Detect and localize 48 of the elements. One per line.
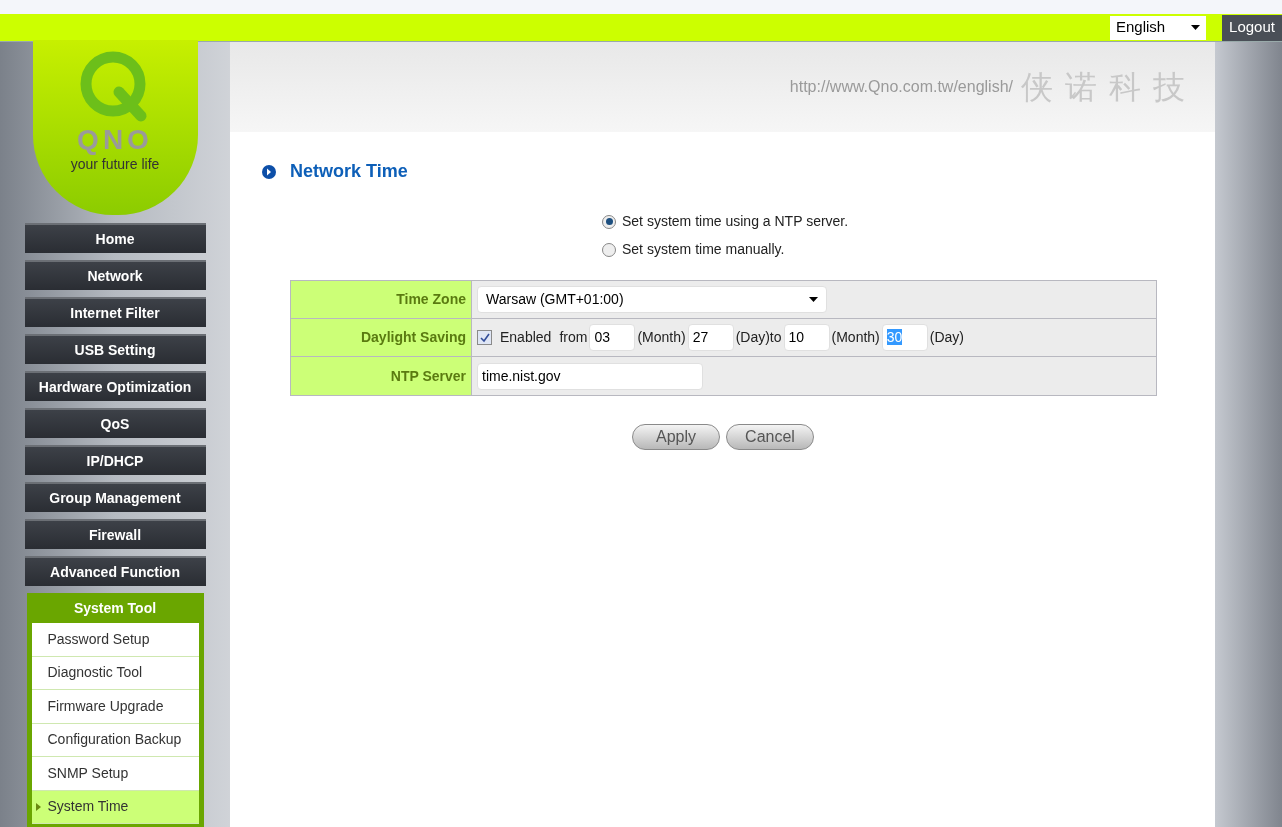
caret-icon <box>1191 25 1200 30</box>
form-label: Daylight Saving <box>291 319 472 356</box>
tagline: your future life <box>70 155 160 174</box>
language-dropdown[interactable]: English <box>1110 15 1206 40</box>
submenu-item[interactable]: Configuration Backup <box>31 723 199 757</box>
nav-button[interactable]: Internet Filter <box>24 297 206 327</box>
date-field[interactable]: 03 <box>589 324 636 351</box>
radio-button[interactable] <box>602 214 616 229</box>
nav-button[interactable]: QoS <box>24 408 206 438</box>
date-label: (Month) <box>831 328 880 347</box>
nav-button[interactable]: Home <box>24 223 206 253</box>
action-button[interactable]: Cancel <box>726 424 814 450</box>
date-label: (Day) <box>929 328 964 347</box>
date-field[interactable]: 27 <box>687 324 734 351</box>
submenu-item[interactable]: Password Setup <box>31 623 199 657</box>
submenu-item[interactable]: SNMP Setup <box>31 757 199 791</box>
nav-button[interactable]: IP/DHCP <box>24 445 206 475</box>
caret-icon <box>809 297 818 302</box>
submenu-item[interactable]: System Time <box>31 790 199 824</box>
nav-button[interactable]: Network <box>24 260 206 290</box>
nav-button[interactable]: Firewall <box>24 519 206 549</box>
nav-button[interactable]: Hardware Optimization <box>24 371 206 401</box>
date-label: (Month) <box>637 328 686 347</box>
page-title: Network Time <box>290 160 408 183</box>
submenu-item[interactable]: Diagnostic Tool <box>31 656 199 690</box>
logout-button[interactable]: Logout <box>1222 14 1282 41</box>
form-label: Time Zone <box>291 281 472 318</box>
enabled-checkbox[interactable] <box>477 330 492 345</box>
enabled-label: Enabled <box>500 328 552 347</box>
pointer-icon <box>35 802 41 811</box>
time-zone-dropdown[interactable]: Warsaw (GMT+01:00) <box>477 286 827 313</box>
action-button[interactable]: Apply <box>632 424 720 450</box>
radio-button[interactable] <box>602 242 616 257</box>
radio-label: Set system time using a NTP server. <box>622 212 849 231</box>
date-field[interactable]: 10 <box>783 324 830 351</box>
date-label: (Day)to <box>735 328 782 347</box>
nav-button[interactable]: Advanced Function <box>24 556 206 586</box>
brand-name: QNO <box>77 126 153 154</box>
nav-button[interactable]: Group Management <box>24 482 206 512</box>
submenu-item[interactable]: Firmware Upgrade <box>31 690 199 724</box>
ntp-server-field[interactable]: time.nist.gov <box>477 362 703 390</box>
date-label: from <box>559 328 588 347</box>
bullet-icon <box>262 164 276 179</box>
website-url: http://www.Qno.com.tw/english/ <box>789 77 1013 97</box>
form-label: NTP Server <box>291 357 472 395</box>
nav-button[interactable]: USB Setting <box>24 334 206 364</box>
section-title: System Tool <box>72 598 158 618</box>
radio-label: Set system time manually. <box>622 240 785 259</box>
